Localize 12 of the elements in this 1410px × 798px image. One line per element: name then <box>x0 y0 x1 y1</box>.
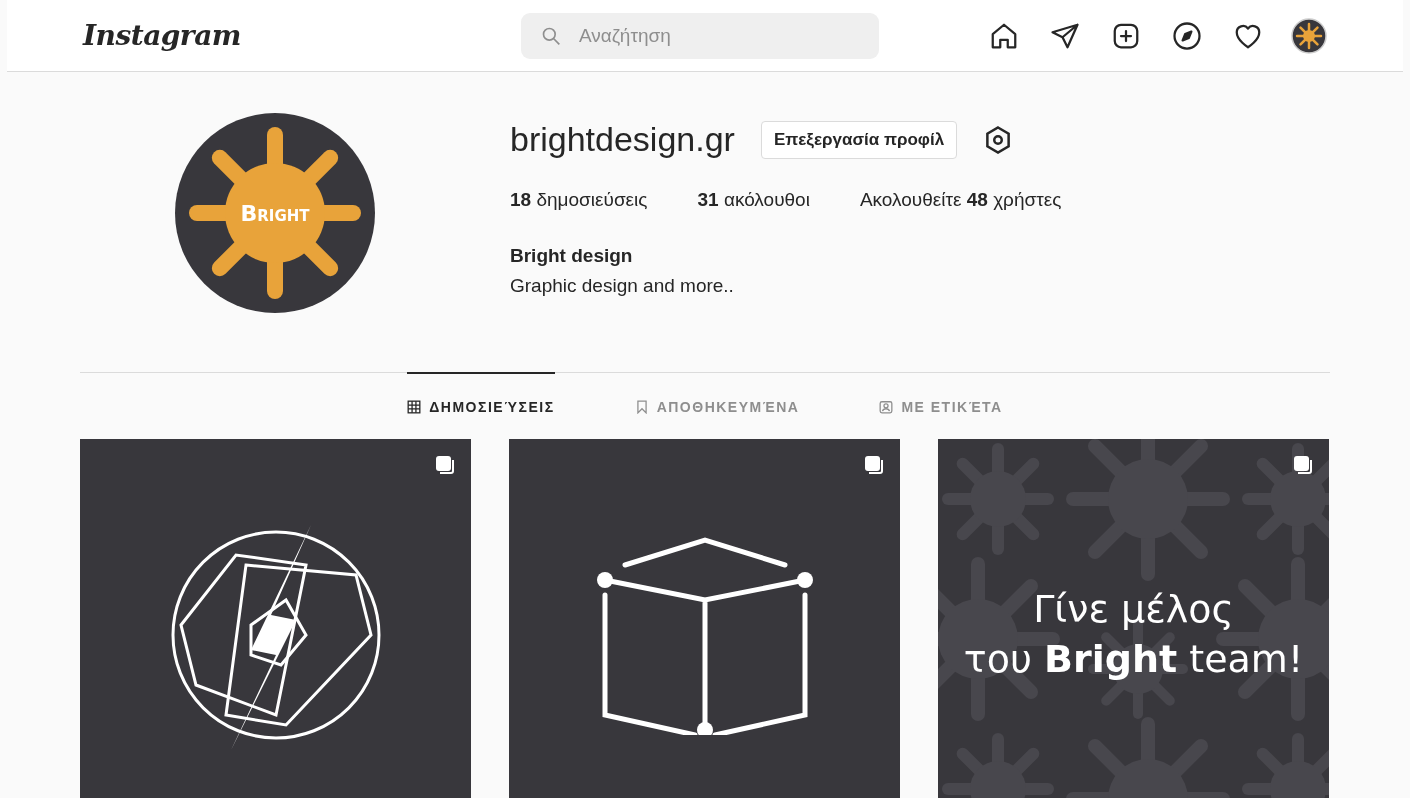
profile-stat[interactable]: 18 δημοσιεύσεις <box>510 189 648 211</box>
post-caption-line: του Bright team! <box>963 635 1304 683</box>
profile-bio: Graphic design and more.. <box>510 275 735 297</box>
post-caption-line: Γίνε μέλος <box>1032 586 1235 634</box>
search-field[interactable]: Αναζήτηση <box>521 12 879 59</box>
instagram-logo[interactable]: Instagram <box>83 19 521 52</box>
profile-stat[interactable]: 31 ακόλουθοι <box>697 189 810 211</box>
post-tile[interactable]: Γίνε μέλος του Bright team! <box>938 439 1329 798</box>
profile-stat[interactable]: Ακολουθείτε 48 χρήστες <box>859 189 1062 211</box>
edit-profile-button[interactable]: Επεξεργασία προφίλ <box>760 120 958 159</box>
username: brightdesign.gr <box>510 120 735 159</box>
profile-name: Bright design <box>510 245 634 267</box>
